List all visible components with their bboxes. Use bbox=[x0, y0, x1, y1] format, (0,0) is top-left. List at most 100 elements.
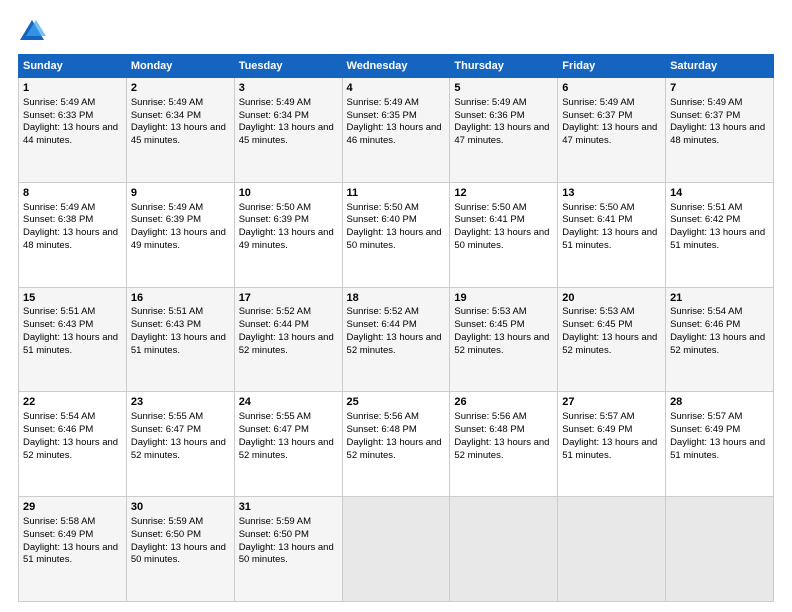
day-number: 20 bbox=[562, 291, 661, 306]
sunrise: Sunrise: 5:55 AM bbox=[131, 411, 203, 422]
sunrise: Sunrise: 5:51 AM bbox=[131, 306, 203, 317]
daylight: Daylight: 13 hours and 48 minutes. bbox=[23, 227, 118, 251]
sunrise: Sunrise: 5:50 AM bbox=[347, 202, 419, 213]
col-header-friday: Friday bbox=[558, 55, 666, 78]
calendar-cell: 21Sunrise: 5:54 AMSunset: 6:46 PMDayligh… bbox=[666, 287, 774, 392]
sunrise: Sunrise: 5:59 AM bbox=[131, 516, 203, 527]
day-number: 27 bbox=[562, 395, 661, 410]
daylight: Daylight: 13 hours and 52 minutes. bbox=[562, 332, 657, 356]
daylight: Daylight: 13 hours and 45 minutes. bbox=[131, 122, 226, 146]
calendar-cell: 27Sunrise: 5:57 AMSunset: 6:49 PMDayligh… bbox=[558, 392, 666, 497]
day-number: 6 bbox=[562, 81, 661, 96]
sunset: Sunset: 6:43 PM bbox=[23, 319, 93, 330]
calendar-cell: 9Sunrise: 5:49 AMSunset: 6:39 PM Daylight… bbox=[126, 182, 234, 287]
sunrise: Sunrise: 5:49 AM bbox=[670, 97, 742, 108]
sunrise: Sunrise: 5:49 AM bbox=[131, 97, 203, 108]
calendar-week-row: 29Sunrise: 5:58 AMSunset: 6:49 PMDayligh… bbox=[19, 497, 774, 602]
sunrise: Sunrise: 5:49 AM bbox=[347, 97, 419, 108]
day-number: 9 bbox=[131, 186, 230, 201]
day-number: 13 bbox=[562, 186, 661, 201]
col-header-tuesday: Tuesday bbox=[234, 55, 342, 78]
daylight: Daylight: 13 hours and 45 minutes. bbox=[239, 122, 334, 146]
sunset: Sunset: 6:48 PM bbox=[454, 424, 524, 435]
sunrise: Sunrise: 5:56 AM bbox=[454, 411, 526, 422]
day-number: 11 bbox=[347, 186, 446, 201]
header bbox=[18, 18, 774, 46]
sunset: Sunset: 6:44 PM bbox=[347, 319, 417, 330]
sunset: Sunset: 6:50 PM bbox=[131, 529, 201, 540]
daylight: Daylight: 13 hours and 47 minutes. bbox=[562, 122, 657, 146]
day-number: 23 bbox=[131, 395, 230, 410]
calendar-header-row: SundayMondayTuesdayWednesdayThursdayFrid… bbox=[19, 55, 774, 78]
sunrise: Sunrise: 5:49 AM bbox=[239, 97, 311, 108]
daylight: Daylight: 13 hours and 52 minutes. bbox=[670, 332, 765, 356]
logo-icon bbox=[18, 18, 46, 46]
sunset: Sunset: 6:37 PM bbox=[562, 110, 632, 121]
calendar-cell: 3Sunrise: 5:49 AMSunset: 6:34 PMDaylight… bbox=[234, 78, 342, 183]
sunset: Sunset: 6:36 PM bbox=[454, 110, 524, 121]
day-number: 26 bbox=[454, 395, 553, 410]
day-number: 15 bbox=[23, 291, 122, 306]
col-header-thursday: Thursday bbox=[450, 55, 558, 78]
sunrise: Sunrise: 5:54 AM bbox=[23, 411, 95, 422]
daylight: Daylight: 13 hours and 50 minutes. bbox=[347, 227, 442, 251]
calendar-cell: 29Sunrise: 5:58 AMSunset: 6:49 PMDayligh… bbox=[19, 497, 127, 602]
sunset: Sunset: 6:45 PM bbox=[454, 319, 524, 330]
daylight: Daylight: 13 hours and 49 minutes. bbox=[239, 227, 334, 251]
calendar-cell: 7Sunrise: 5:49 AMSunset: 6:37 PMDaylight… bbox=[666, 78, 774, 183]
calendar-cell: 4Sunrise: 5:49 AMSunset: 6:35 PMDaylight… bbox=[342, 78, 450, 183]
daylight: Daylight: 13 hours and 50 minutes. bbox=[131, 542, 226, 566]
calendar-cell bbox=[342, 497, 450, 602]
sunrise: Sunrise: 5:49 AM bbox=[23, 202, 95, 213]
calendar-cell bbox=[450, 497, 558, 602]
sunset: Sunset: 6:40 PM bbox=[347, 214, 417, 225]
calendar-cell: 12Sunrise: 5:50 AMSunset: 6:41 PMDayligh… bbox=[450, 182, 558, 287]
sunrise: Sunrise: 5:49 AM bbox=[131, 202, 203, 213]
calendar-cell: 31Sunrise: 5:59 AMSunset: 6:50 PMDayligh… bbox=[234, 497, 342, 602]
calendar-cell: 8Sunrise: 5:49 AMSunset: 6:38 PMDaylight… bbox=[19, 182, 127, 287]
sunset: Sunset: 6:43 PM bbox=[131, 319, 201, 330]
sunset: Sunset: 6:41 PM bbox=[562, 214, 632, 225]
daylight: Daylight: 13 hours and 52 minutes. bbox=[454, 437, 549, 461]
sunset: Sunset: 6:41 PM bbox=[454, 214, 524, 225]
day-number: 7 bbox=[670, 81, 769, 96]
daylight: Daylight: 13 hours and 51 minutes. bbox=[670, 437, 765, 461]
calendar-cell: 6Sunrise: 5:49 AM Sunset: 6:37 PMDaylight… bbox=[558, 78, 666, 183]
day-number: 4 bbox=[347, 81, 446, 96]
sunrise: Sunrise: 5:55 AM bbox=[239, 411, 311, 422]
calendar-cell: 28Sunrise: 5:57 AMSunset: 6:49 PMDayligh… bbox=[666, 392, 774, 497]
sunset: Sunset: 6:50 PM bbox=[239, 529, 309, 540]
col-header-monday: Monday bbox=[126, 55, 234, 78]
calendar-cell: 25Sunrise: 5:56 AMSunset: 6:48 PMDayligh… bbox=[342, 392, 450, 497]
sunset: Sunset: 6:34 PM bbox=[239, 110, 309, 121]
sunrise: Sunrise: 5:51 AM bbox=[23, 306, 95, 317]
daylight: Daylight: 13 hours and 46 minutes. bbox=[347, 122, 442, 146]
sunrise: Sunrise: 5:56 AM bbox=[347, 411, 419, 422]
sunrise: Sunrise: 5:53 AM bbox=[562, 306, 634, 317]
sunset: Sunset: 6:38 PM bbox=[23, 214, 93, 225]
sunrise: Sunrise: 5:50 AM bbox=[454, 202, 526, 213]
daylight: Daylight: 13 hours and 49 minutes. bbox=[131, 227, 226, 251]
sunrise: Sunrise: 5:51 AM bbox=[670, 202, 742, 213]
page: SundayMondayTuesdayWednesdayThursdayFrid… bbox=[0, 0, 792, 612]
calendar-cell: 15Sunrise: 5:51 AMSunset: 6:43 PMDayligh… bbox=[19, 287, 127, 392]
day-number: 21 bbox=[670, 291, 769, 306]
daylight: Daylight: 13 hours and 52 minutes. bbox=[23, 437, 118, 461]
sunrise: Sunrise: 5:52 AM bbox=[347, 306, 419, 317]
daylight: Daylight: 13 hours and 50 minutes. bbox=[239, 542, 334, 566]
sunrise: Sunrise: 5:53 AM bbox=[454, 306, 526, 317]
calendar-cell: 13Sunrise: 5:50 AMSunset: 6:41 PMDayligh… bbox=[558, 182, 666, 287]
daylight: Daylight: 13 hours and 51 minutes. bbox=[562, 437, 657, 461]
sunset: Sunset: 6:46 PM bbox=[670, 319, 740, 330]
calendar-week-row: 1Sunrise: 5:49 AMSunset: 6:33 PMDaylight… bbox=[19, 78, 774, 183]
sunset: Sunset: 6:39 PM bbox=[239, 214, 309, 225]
day-number: 24 bbox=[239, 395, 338, 410]
sunrise: Sunrise: 5:49 AM bbox=[562, 97, 634, 108]
col-header-saturday: Saturday bbox=[666, 55, 774, 78]
sunset: Sunset: 6:39 PM bbox=[131, 214, 201, 225]
daylight: Daylight: 13 hours and 51 minutes. bbox=[670, 227, 765, 251]
sunrise: Sunrise: 5:57 AM bbox=[562, 411, 634, 422]
day-number: 12 bbox=[454, 186, 553, 201]
sunset: Sunset: 6:46 PM bbox=[23, 424, 93, 435]
day-number: 2 bbox=[131, 81, 230, 96]
